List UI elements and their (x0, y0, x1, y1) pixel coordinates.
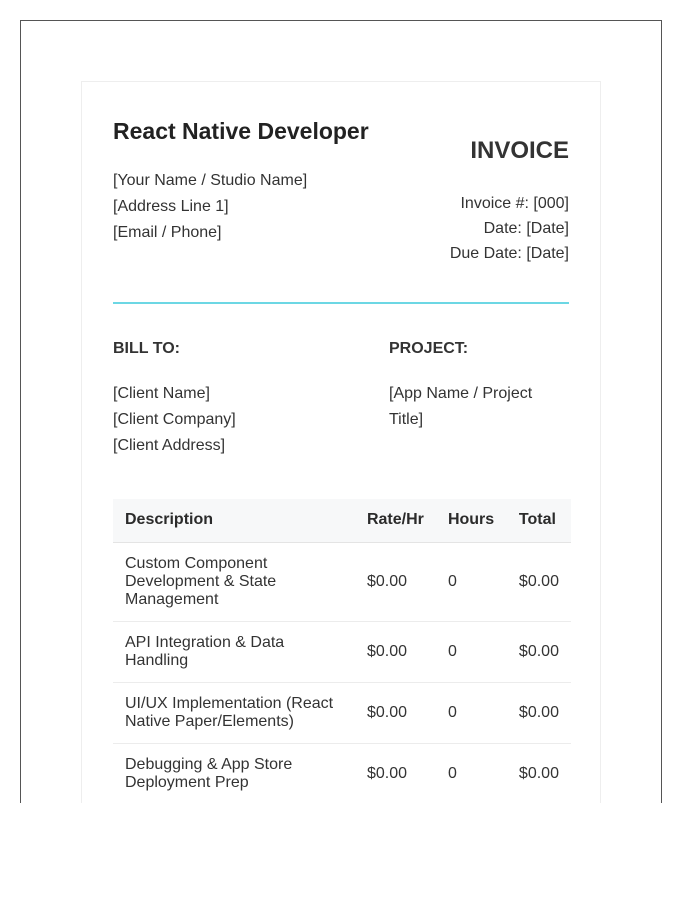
item-description: API Integration & Data Handling (113, 621, 355, 683)
item-rate: $0.00 (354, 682, 436, 744)
column-header-description: Description (113, 499, 355, 543)
item-hours: 0 (435, 682, 507, 744)
bill-to-label: BILL TO: (113, 340, 180, 357)
invoice-date: Date: [Date] (483, 220, 569, 237)
item-hours: 0 (435, 542, 507, 622)
invoice-sheet: React Native Developer [Your Name / Stud… (81, 81, 601, 803)
project-label: PROJECT: (389, 340, 469, 357)
table-row: API Integration & Data Handling $0.00 0 … (113, 621, 571, 683)
project-title: [App Name / Project Title] (389, 385, 533, 428)
studio-title: React Native Developer (113, 118, 369, 144)
item-description: Debugging & App Store Deployment Prep (113, 743, 355, 803)
client-address: [Client Address] (113, 437, 226, 454)
header-divider (113, 302, 569, 304)
item-hours: 0 (435, 621, 507, 683)
client-name: [Client Name] (113, 385, 210, 402)
table-row: UI/UX Implementation (React Native Paper… (113, 682, 571, 744)
item-description: Custom Component Development & State Man… (113, 542, 355, 622)
document-frame: React Native Developer [Your Name / Stud… (20, 20, 662, 803)
project-block: PROJECT: [App Name / Project Title] (389, 340, 569, 433)
item-total: $0.00 (506, 743, 571, 803)
table-header-row: Description Rate/Hr Hours Total (113, 499, 571, 543)
invoice-meta: Invoice #: [000] Date: [Date] Due Date: … (450, 191, 569, 266)
column-header-hours: Hours (435, 499, 507, 543)
item-rate: $0.00 (354, 621, 436, 683)
invoice-title: INVOICE (470, 137, 569, 164)
item-total: $0.00 (506, 542, 571, 622)
column-header-total: Total (506, 499, 571, 543)
bill-to-block: BILL TO: [Client Name] [Client Company] … (113, 340, 236, 459)
parties-section: BILL TO: [Client Name] [Client Company] … (113, 340, 569, 470)
client-company: [Client Company] (113, 411, 236, 428)
item-total: $0.00 (506, 621, 571, 683)
table-row: Custom Component Development & State Man… (113, 542, 571, 622)
line-items-table: Description Rate/Hr Hours Total Custom C… (113, 499, 571, 803)
sender-name: [Your Name / Studio Name] (113, 172, 308, 189)
column-header-rate: Rate/Hr (354, 499, 436, 543)
sender-details: [Your Name / Studio Name] [Address Line … (113, 168, 307, 246)
invoice-content: React Native Developer [Your Name / Stud… (113, 82, 571, 803)
project-lines: [App Name / Project Title] (389, 381, 569, 433)
item-rate: $0.00 (354, 743, 436, 803)
item-rate: $0.00 (354, 542, 436, 622)
sender-contact: [Email / Phone] (113, 224, 222, 241)
bill-to-lines: [Client Name] [Client Company] [Client A… (113, 381, 236, 459)
item-hours: 0 (435, 743, 507, 803)
invoice-due-date: Due Date: [Date] (449, 245, 569, 262)
item-description: UI/UX Implementation (React Native Paper… (113, 682, 355, 744)
item-total: $0.00 (506, 682, 571, 744)
sender-address: [Address Line 1] (113, 198, 229, 215)
table-row: Debugging & App Store Deployment Prep $0… (113, 743, 571, 803)
invoice-header: React Native Developer [Your Name / Stud… (113, 82, 569, 304)
invoice-number: Invoice #: [000] (460, 195, 569, 212)
